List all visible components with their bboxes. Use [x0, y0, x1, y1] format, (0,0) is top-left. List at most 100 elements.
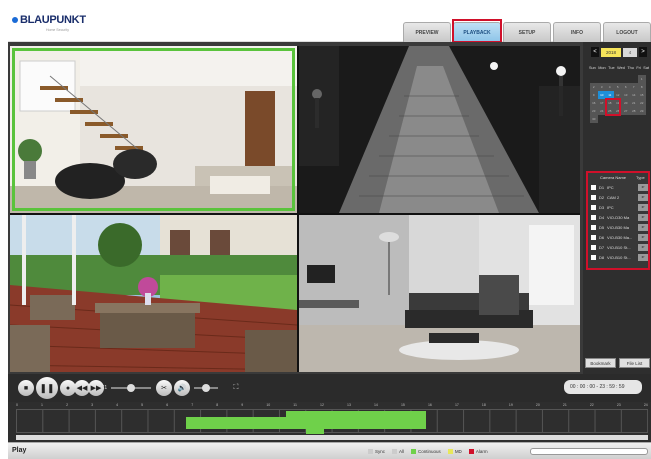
legend-label: Sync: [375, 449, 386, 454]
camera-id: D5: [599, 224, 605, 230]
camera-name-header: Camera Name: [600, 175, 627, 180]
calendar-day[interactable]: 14: [630, 91, 638, 99]
calendar-day[interactable]: 30: [590, 115, 598, 123]
side-buttons: Bookmark File List: [585, 358, 650, 368]
video-frame-living-room: [299, 215, 580, 372]
camera-row[interactable]: D2 CAM 2 IP: [588, 192, 648, 202]
header: BLAUPUNKT Home Security PREVIEW PLAYBACK…: [8, 8, 651, 43]
tab-setup[interactable]: SETUP: [503, 22, 551, 42]
legend-item[interactable]: MD: [447, 449, 462, 454]
calendar-day[interactable]: 23: [590, 107, 598, 115]
camera-checkbox[interactable]: [591, 184, 596, 190]
camera-checkbox[interactable]: [591, 204, 596, 210]
file-list-button[interactable]: File List: [619, 358, 650, 368]
calendar-day[interactable]: 7: [630, 83, 638, 91]
camera-name: VIO-B30 Ma: [607, 224, 630, 230]
calendar-day[interactable]: 16: [590, 99, 598, 107]
camera-row[interactable]: D1 IPC IP: [588, 182, 648, 192]
legend-swatch: [447, 449, 453, 454]
camera-type: IP: [638, 223, 648, 231]
timeline-zoom-slider[interactable]: [530, 448, 648, 455]
record-legend: Sync All Continuous MD Alarm: [368, 449, 488, 454]
camera-checkbox[interactable]: [591, 214, 596, 220]
video-channel-4[interactable]: [299, 215, 580, 372]
camera-row[interactable]: D8 VIO-B10 St... IP: [588, 252, 648, 262]
calendar-day[interactable]: 4: [606, 83, 614, 91]
calendar-month[interactable]: 4: [623, 47, 637, 57]
record-segment[interactable]: [286, 411, 426, 417]
calendar-next-button[interactable]: >: [639, 47, 647, 57]
main-nav: PREVIEW PLAYBACK SETUP INFO LOGOUT: [403, 19, 651, 43]
camera-list-header: Camera Name Type: [588, 173, 648, 182]
calendar-day[interactable]: 1: [638, 75, 646, 83]
calendar-day[interactable]: 5: [614, 83, 622, 91]
calendar-day[interactable]: 15: [638, 91, 646, 99]
video-channel-2[interactable]: [299, 46, 580, 213]
calendar-year[interactable]: 2018: [601, 47, 621, 57]
camera-row[interactable]: D5 VIO-B30 Ma IP: [588, 222, 648, 232]
camera-row[interactable]: D3 IPC IP: [588, 202, 648, 212]
calendar-day[interactable]: 21: [630, 99, 638, 107]
legend-swatch: [368, 449, 373, 454]
tab-preview[interactable]: PREVIEW: [403, 22, 451, 42]
calendar-day[interactable]: 6: [622, 83, 630, 91]
tab-playback[interactable]: PLAYBACK: [452, 19, 502, 43]
volume-slider-knob[interactable]: [202, 384, 210, 392]
camera-checkbox[interactable]: [591, 234, 596, 240]
time-range-input[interactable]: 00 : 00 : 00 - 23 : 59 : 59: [564, 380, 642, 394]
bookmark-button[interactable]: Bookmark: [585, 358, 616, 368]
fullscreen-icon[interactable]: ⛶: [228, 380, 244, 396]
weekday-label: Sun: [589, 66, 596, 70]
camera-id: D3: [599, 204, 605, 210]
video-frame-night-path: [299, 46, 580, 213]
legend-label: Alarm: [475, 449, 488, 454]
legend-item[interactable]: Sync: [368, 449, 385, 454]
legend-item[interactable]: All: [392, 449, 404, 454]
camera-type: IP: [638, 233, 648, 241]
brand-name: BLAUPUNKT: [20, 14, 86, 26]
calendar-day[interactable]: 20: [622, 99, 630, 107]
legend-item[interactable]: Continuous: [411, 449, 441, 454]
camera-row[interactable]: D4 VIO-D30 Ma IP: [588, 212, 648, 222]
calendar-day[interactable]: 27: [622, 107, 630, 115]
stop-button[interactable]: ■: [18, 380, 34, 396]
calendar-weekdays: Sun Mon Tue Wed Thu Fri Sat: [589, 66, 649, 70]
timeline-grid[interactable]: [16, 409, 648, 434]
tab-logout[interactable]: LOGOUT: [603, 22, 651, 42]
video-channel-1[interactable]: [10, 46, 297, 213]
video-channel-3[interactable]: [10, 215, 297, 372]
pause-button[interactable]: ❚❚: [36, 377, 58, 399]
clip-button[interactable]: ✂: [156, 380, 172, 396]
camera-id: D7: [599, 244, 605, 250]
calendar-day[interactable]: 28: [630, 107, 638, 115]
calendar-empty-cell: [630, 75, 638, 83]
camera-checkbox[interactable]: [591, 254, 596, 260]
calendar-day[interactable]: 2: [590, 83, 598, 91]
camera-checkbox[interactable]: [591, 194, 596, 200]
tab-info[interactable]: INFO: [553, 22, 601, 42]
record-segment[interactable]: [306, 428, 324, 434]
speed-slider-knob[interactable]: [127, 384, 135, 392]
calendar-day[interactable]: 29: [638, 107, 646, 115]
camera-type: IP: [638, 203, 648, 211]
calendar-prev-button[interactable]: <: [591, 47, 599, 57]
calendar-day[interactable]: 22: [638, 99, 646, 107]
calendar-day[interactable]: 3: [598, 83, 606, 91]
timeline-scrollbar[interactable]: [16, 435, 648, 440]
speed-slider[interactable]: [111, 384, 151, 392]
weekday-label: Thu: [627, 66, 634, 70]
calendar-day[interactable]: 8: [638, 83, 646, 91]
camera-name: VIO-B30 Ma...: [607, 234, 633, 240]
calendar-day[interactable]: 13: [622, 91, 630, 99]
legend-label: All: [399, 449, 405, 454]
camera-checkbox[interactable]: [591, 244, 596, 250]
legend-item[interactable]: Alarm: [468, 449, 488, 454]
legend-swatch: [392, 449, 398, 454]
camera-row[interactable]: D6 VIO-B30 Ma... IP: [588, 232, 648, 242]
camera-row[interactable]: D7 VIO-B10 St... IP: [588, 242, 648, 252]
volume-button[interactable]: 🔊: [174, 380, 190, 396]
legend-swatch: [411, 449, 417, 454]
volume-slider[interactable]: [194, 384, 218, 392]
calendar-day[interactable]: 9: [590, 91, 598, 99]
camera-checkbox[interactable]: [591, 224, 596, 230]
